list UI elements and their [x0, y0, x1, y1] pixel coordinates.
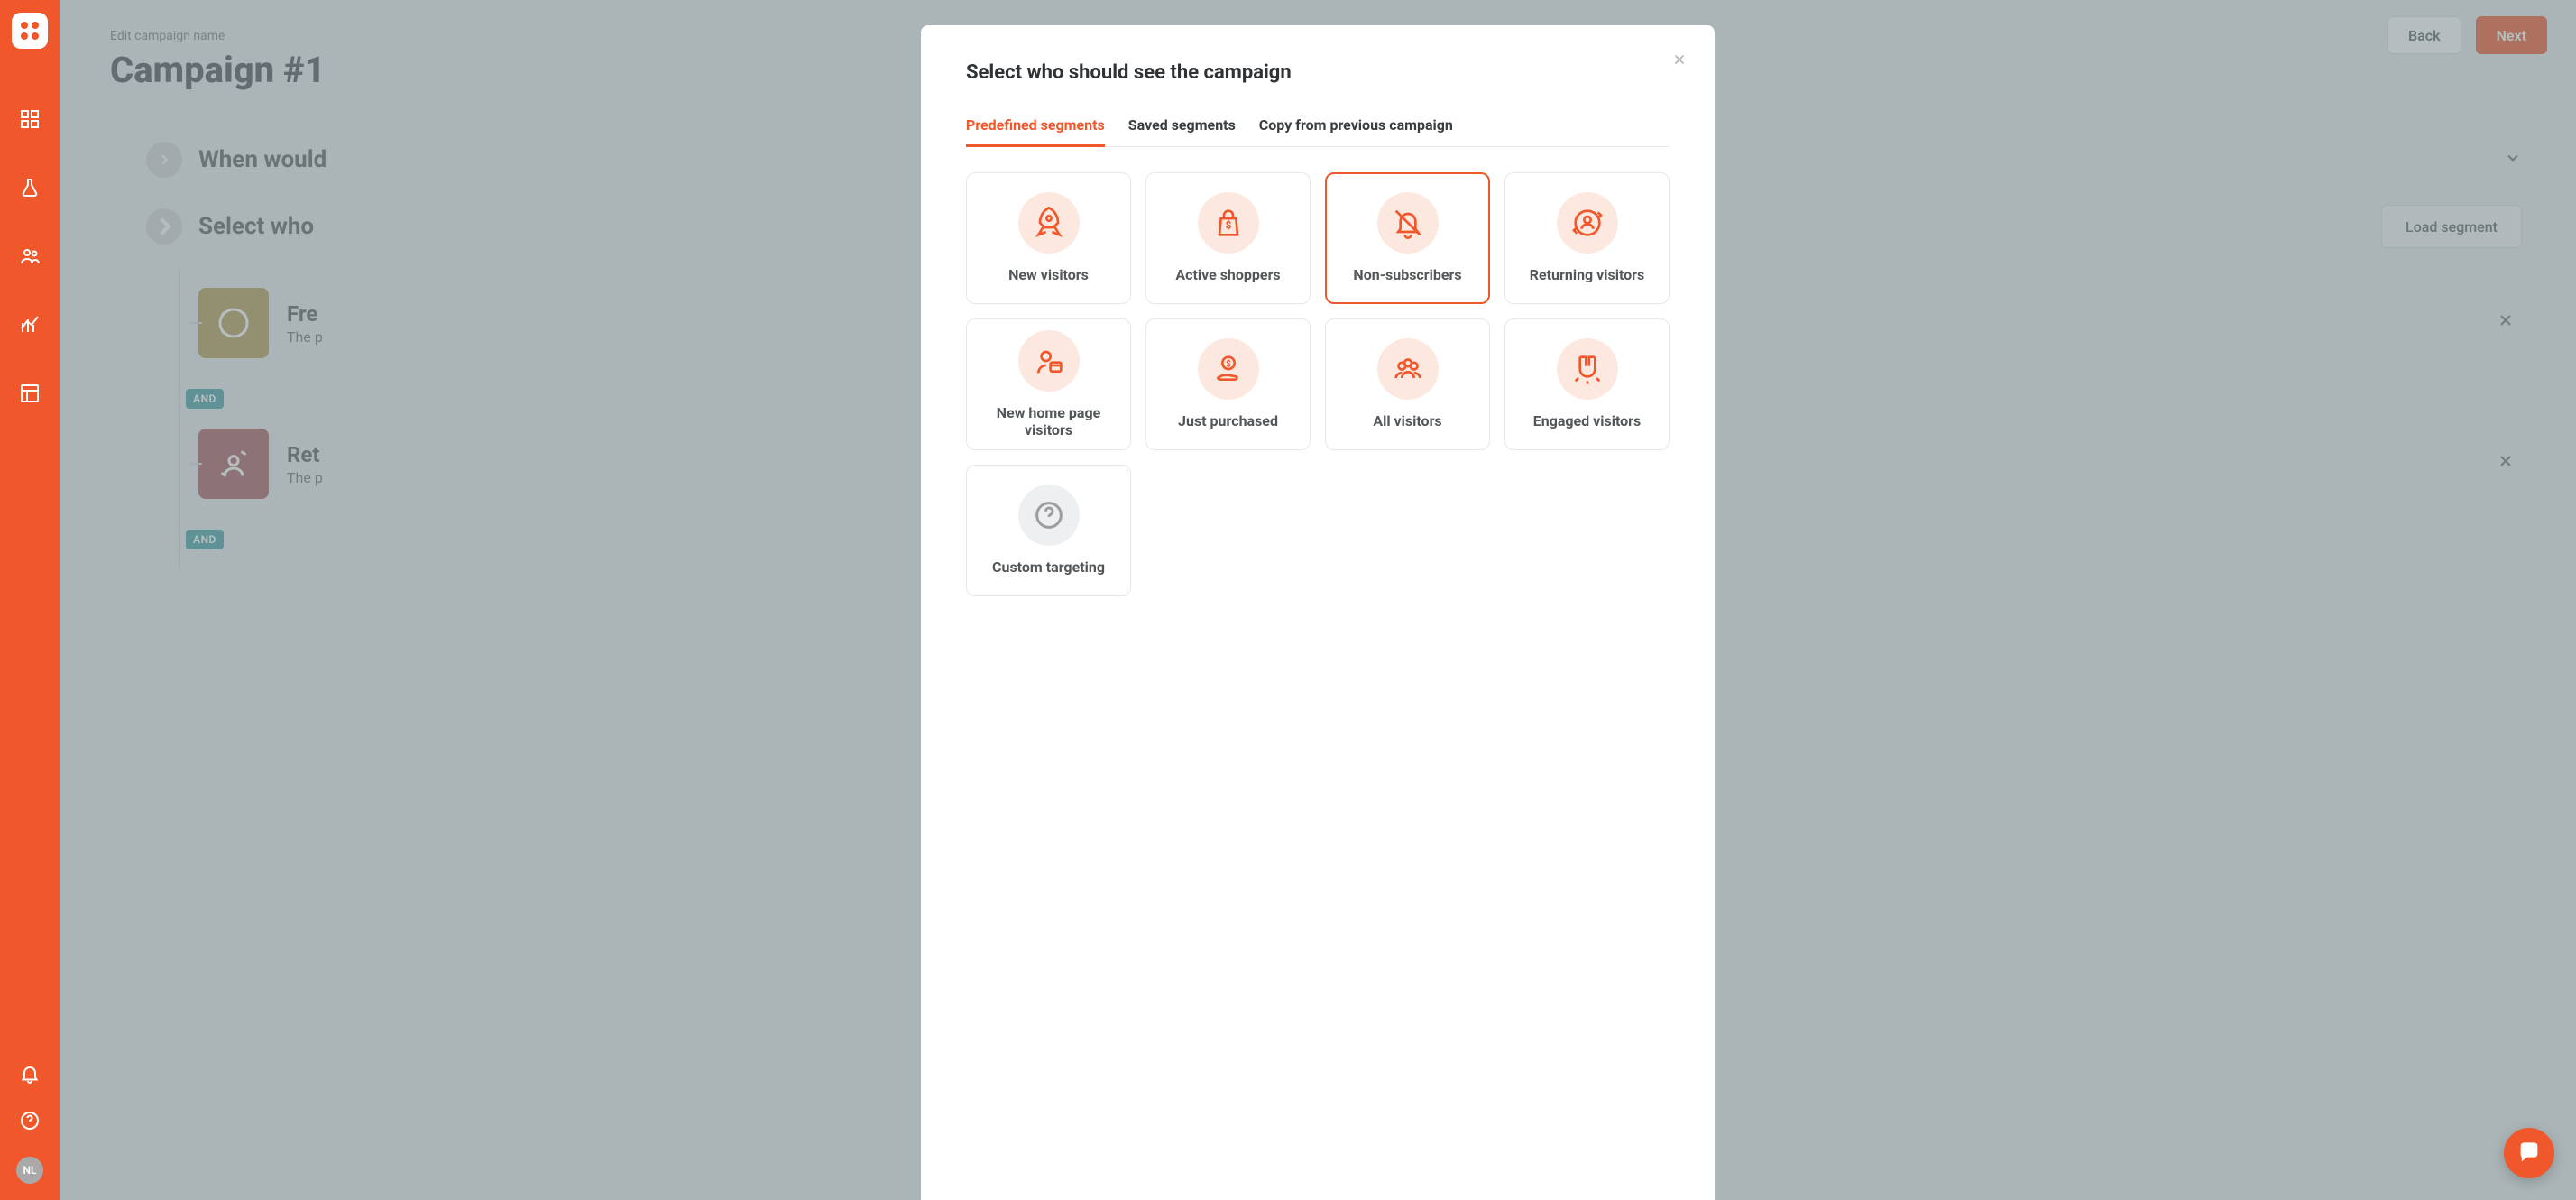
nav-notifications[interactable] — [0, 1063, 60, 1085]
tab-saved-segments[interactable]: Saved segments — [1128, 116, 1236, 146]
magnet-icon — [1557, 338, 1618, 400]
segment-card-label: Active shoppers — [1175, 266, 1280, 283]
modal-overlay: Select who should see the campaign Prede… — [60, 0, 2576, 1200]
chart-up-icon — [19, 314, 41, 336]
segment-card-label: New visitors — [1008, 266, 1089, 283]
segment-card-label: Engaged visitors — [1533, 412, 1642, 429]
segment-card-engaged-visitors[interactable]: Engaged visitors — [1504, 318, 1670, 450]
coin-hand-icon — [1198, 338, 1259, 400]
nav-help[interactable] — [0, 1110, 60, 1131]
bell-off-icon — [1377, 192, 1439, 254]
people-icon — [19, 245, 41, 267]
segment-card-returning-visitors[interactable]: Returning visitors — [1504, 172, 1670, 304]
grid-icon — [19, 108, 41, 130]
close-button[interactable] — [1671, 51, 1688, 73]
bag-icon — [1198, 192, 1259, 254]
segment-card-custom-targeting[interactable]: Custom targeting — [966, 465, 1131, 596]
close-icon — [1671, 51, 1688, 68]
segment-card-label: Returning visitors — [1530, 266, 1645, 283]
nav-layouts[interactable] — [0, 359, 60, 428]
segment-card-just-purchased[interactable]: Just purchased — [1145, 318, 1311, 450]
app-logo[interactable] — [12, 13, 48, 49]
nav-audiences[interactable] — [0, 222, 60, 291]
segment-card-new-home-page-visitors[interactable]: New home page visitors — [966, 318, 1131, 450]
flask-icon — [19, 177, 41, 198]
crowd-icon — [1377, 338, 1439, 400]
segment-card-all-visitors[interactable]: All visitors — [1325, 318, 1490, 450]
user-avatar[interactable]: NL — [16, 1157, 43, 1184]
segment-card-label: New home page visitors — [974, 404, 1123, 438]
segment-card-active-shoppers[interactable]: Active shoppers — [1145, 172, 1311, 304]
user-home-icon — [1018, 330, 1080, 392]
help-circle-icon — [19, 1110, 41, 1131]
nav-analytics[interactable] — [0, 291, 60, 359]
segment-card-label: All visitors — [1373, 412, 1441, 429]
layout-icon — [19, 383, 41, 404]
refresh-user-icon — [1557, 192, 1618, 254]
modal-title: Select who should see the campaign — [966, 61, 1670, 84]
segment-card-new-visitors[interactable]: New visitors — [966, 172, 1131, 304]
segment-card-label: Just purchased — [1178, 412, 1278, 429]
chat-icon — [2516, 1140, 2542, 1166]
modal-tabs: Predefined segments Saved segments Copy … — [966, 116, 1670, 147]
tab-predefined-segments[interactable]: Predefined segments — [966, 116, 1105, 146]
nav-experiments[interactable] — [0, 153, 60, 222]
question-icon — [1018, 485, 1080, 546]
nav-dashboard[interactable] — [0, 85, 60, 153]
bell-icon — [19, 1063, 41, 1085]
segment-card-non-subscribers[interactable]: Non-subscribers — [1325, 172, 1490, 304]
segment-modal: Select who should see the campaign Prede… — [921, 25, 1715, 1200]
tab-copy-from-previous[interactable]: Copy from previous campaign — [1259, 116, 1453, 146]
chat-fab[interactable] — [2504, 1128, 2554, 1178]
dice-icon — [21, 22, 39, 40]
segment-card-label: Custom targeting — [992, 558, 1105, 576]
rocket-icon — [1018, 192, 1080, 254]
segment-grid: New visitors Active shoppers Non-subscribe… — [966, 172, 1670, 596]
sidebar: NL — [0, 0, 60, 1200]
segment-card-label: Non-subscribers — [1353, 266, 1461, 283]
